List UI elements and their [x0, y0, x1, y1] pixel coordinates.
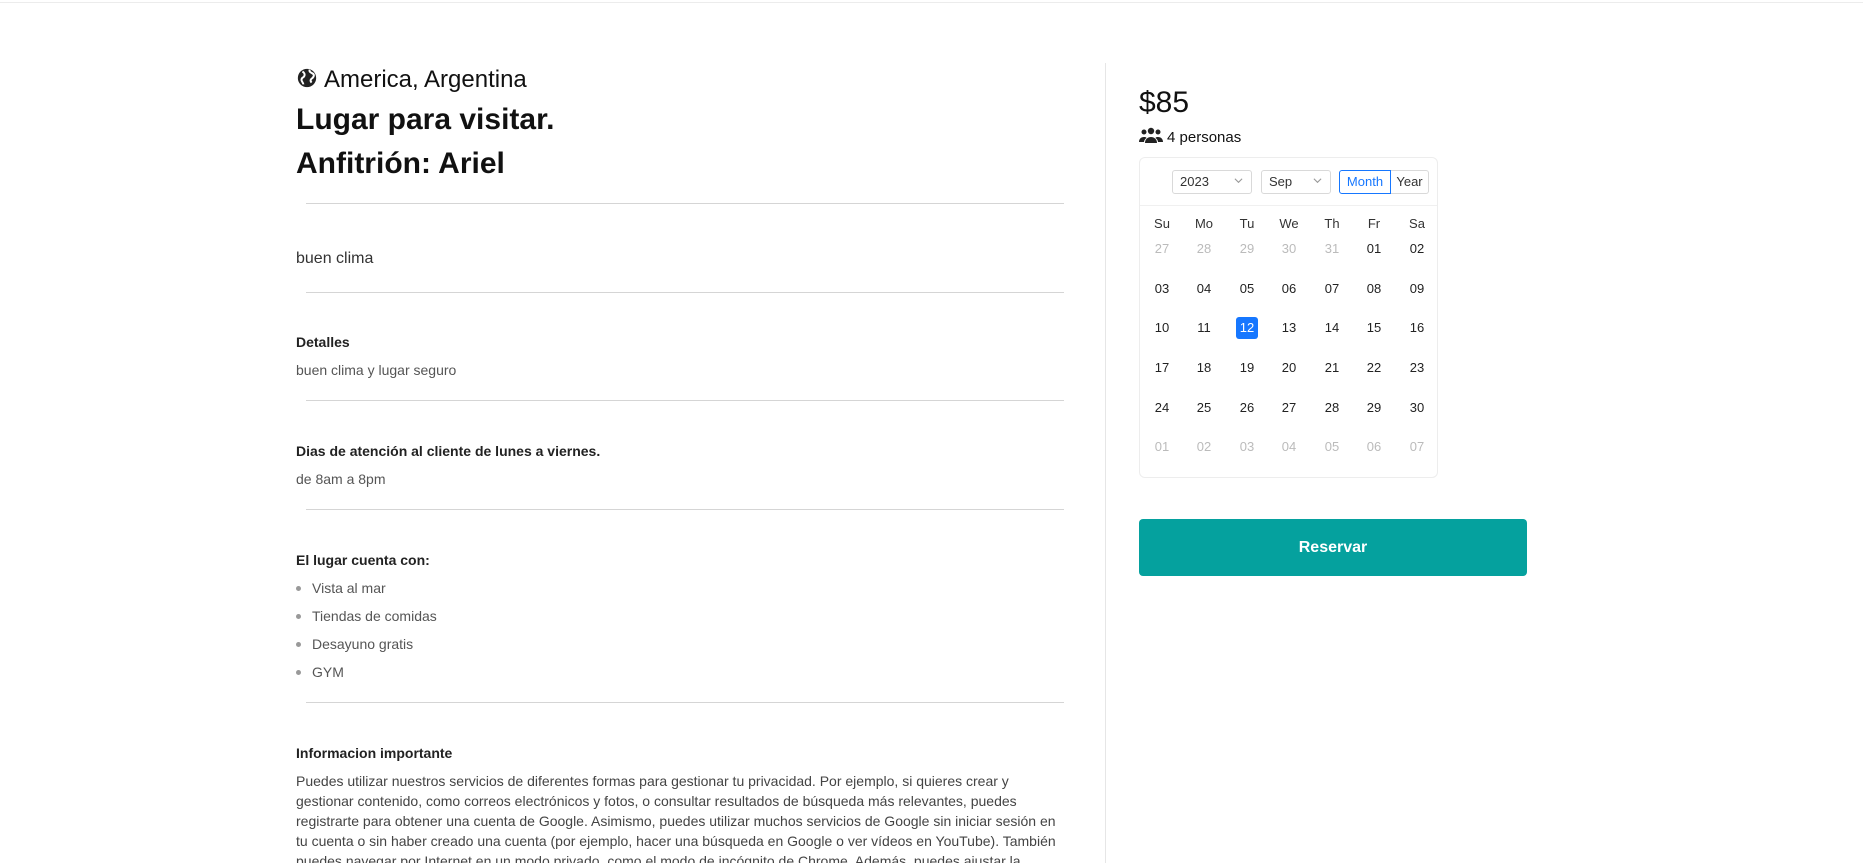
- host-name: Anfitrión: Ariel: [296, 147, 505, 180]
- calendar-day[interactable]: 18: [1193, 357, 1215, 379]
- amenity-item: GYM: [296, 658, 437, 686]
- weekday-label: Su: [1154, 216, 1170, 231]
- divider: [306, 203, 1064, 204]
- globe-icon: [296, 67, 318, 94]
- calendar-day[interactable]: 03: [1151, 278, 1173, 300]
- calendar-day[interactable]: 28: [1321, 397, 1343, 419]
- capacity-text: 4 personas: [1167, 128, 1242, 146]
- top-border: [0, 2, 1863, 3]
- calendar-day[interactable]: 02: [1193, 436, 1215, 458]
- year-value: 2023: [1180, 174, 1209, 189]
- calendar-day[interactable]: 03: [1236, 436, 1258, 458]
- calendar-day[interactable]: 06: [1278, 278, 1300, 300]
- weekday-label: Tu: [1239, 216, 1255, 231]
- calendar-day[interactable]: 30: [1278, 238, 1300, 260]
- info-title: Informacion importante: [296, 745, 453, 761]
- calendar-day[interactable]: 19: [1236, 357, 1258, 379]
- calendar-day[interactable]: 28: [1193, 238, 1215, 260]
- month-select[interactable]: Sep: [1261, 170, 1331, 194]
- calendar-day[interactable]: 27: [1151, 238, 1173, 260]
- column-divider: [1105, 63, 1106, 863]
- calendar-day[interactable]: 13: [1278, 317, 1300, 339]
- people-icon: [1139, 126, 1163, 148]
- amenities-title: El lugar cuenta con:: [296, 552, 430, 568]
- location: America, Argentina: [296, 62, 1064, 98]
- divider: [306, 292, 1064, 293]
- listing-title: Lugar para visitar.: [296, 103, 555, 136]
- calendar-day[interactable]: 08: [1363, 278, 1385, 300]
- calendar-day[interactable]: 29: [1363, 397, 1385, 419]
- divider: [306, 702, 1064, 703]
- weekday-label: We: [1279, 216, 1299, 231]
- calendar-day[interactable]: 04: [1278, 436, 1300, 458]
- weekday-label: Th: [1324, 216, 1340, 231]
- calendar-day[interactable]: 25: [1193, 397, 1215, 419]
- reserve-button[interactable]: Reservar: [1139, 519, 1527, 576]
- amenity-item: Vista al mar: [296, 574, 437, 602]
- divider: [306, 509, 1064, 510]
- chevron-down-icon: [1313, 178, 1322, 184]
- year-select[interactable]: 2023: [1172, 170, 1252, 194]
- info-text: Puedes utilizar nuestros servicios de di…: [296, 773, 1056, 863]
- calendar-day[interactable]: 16: [1406, 317, 1428, 339]
- calendar-day[interactable]: 07: [1406, 436, 1428, 458]
- mode-year-button[interactable]: Year: [1391, 170, 1429, 194]
- month-value: Sep: [1269, 174, 1293, 189]
- calendar-day[interactable]: 10: [1151, 317, 1173, 339]
- weekday-label: Mo: [1194, 216, 1214, 231]
- details-text: buen clima y lugar seguro: [296, 362, 457, 378]
- chevron-down-icon: [1234, 178, 1243, 184]
- amenity-item: Desayuno gratis: [296, 630, 437, 658]
- calendar-day[interactable]: 05: [1321, 436, 1343, 458]
- calendar-day[interactable]: 01: [1363, 238, 1385, 260]
- amenity-item: Tiendas de comidas: [296, 602, 437, 630]
- calendar-day[interactable]: 27: [1278, 397, 1300, 419]
- calendar: 2023 Sep Month Year Su Mo Tu We Th Fr Sa 27 28 2…: [1139, 157, 1438, 478]
- calendar-day[interactable]: 05: [1236, 278, 1258, 300]
- calendar-day[interactable]: 04: [1193, 278, 1215, 300]
- calendar-day[interactable]: 12: [1236, 317, 1258, 339]
- calendar-day[interactable]: 26: [1236, 397, 1258, 419]
- calendar-day[interactable]: 20: [1278, 357, 1300, 379]
- calendar-day[interactable]: 15: [1363, 317, 1385, 339]
- price: $85: [1139, 86, 1190, 119]
- calendar-day[interactable]: 17: [1151, 357, 1173, 379]
- calendar-day[interactable]: 07: [1321, 278, 1343, 300]
- calendar-day[interactable]: 02: [1406, 238, 1428, 260]
- calendar-day[interactable]: 01: [1151, 436, 1173, 458]
- calendar-day[interactable]: 11: [1193, 317, 1215, 339]
- divider: [306, 400, 1064, 401]
- location-text: America, Argentina: [324, 66, 527, 93]
- details-title: Detalles: [296, 334, 350, 350]
- amenities-list: Vista al mar Tiendas de comidas Desayuno…: [296, 574, 437, 686]
- short-description: buen clima: [296, 250, 374, 267]
- calendar-day[interactable]: 24: [1151, 397, 1173, 419]
- calendar-day[interactable]: 23: [1406, 357, 1428, 379]
- calendar-day[interactable]: 06: [1363, 436, 1385, 458]
- calendar-day[interactable]: 31: [1321, 238, 1343, 260]
- calendar-header: 2023 Sep Month Year: [1140, 158, 1437, 206]
- calendar-day[interactable]: 30: [1406, 397, 1428, 419]
- weekday-label: Fr: [1367, 216, 1381, 231]
- calendar-day[interactable]: 21: [1321, 357, 1343, 379]
- capacity: 4 personas: [1139, 126, 1241, 148]
- weekday-label: Sa: [1409, 216, 1425, 231]
- listing-header: America, Argentina Lugar para visitar. A…: [296, 62, 1064, 186]
- calendar-day[interactable]: 09: [1406, 278, 1428, 300]
- hours-text: de 8am a 8pm: [296, 471, 386, 487]
- calendar-day[interactable]: 14: [1321, 317, 1343, 339]
- calendar-day[interactable]: 22: [1363, 357, 1385, 379]
- mode-month-button[interactable]: Month: [1339, 170, 1391, 194]
- hours-title: Dias de atención al cliente de lunes a v…: [296, 443, 601, 459]
- calendar-day[interactable]: 29: [1236, 238, 1258, 260]
